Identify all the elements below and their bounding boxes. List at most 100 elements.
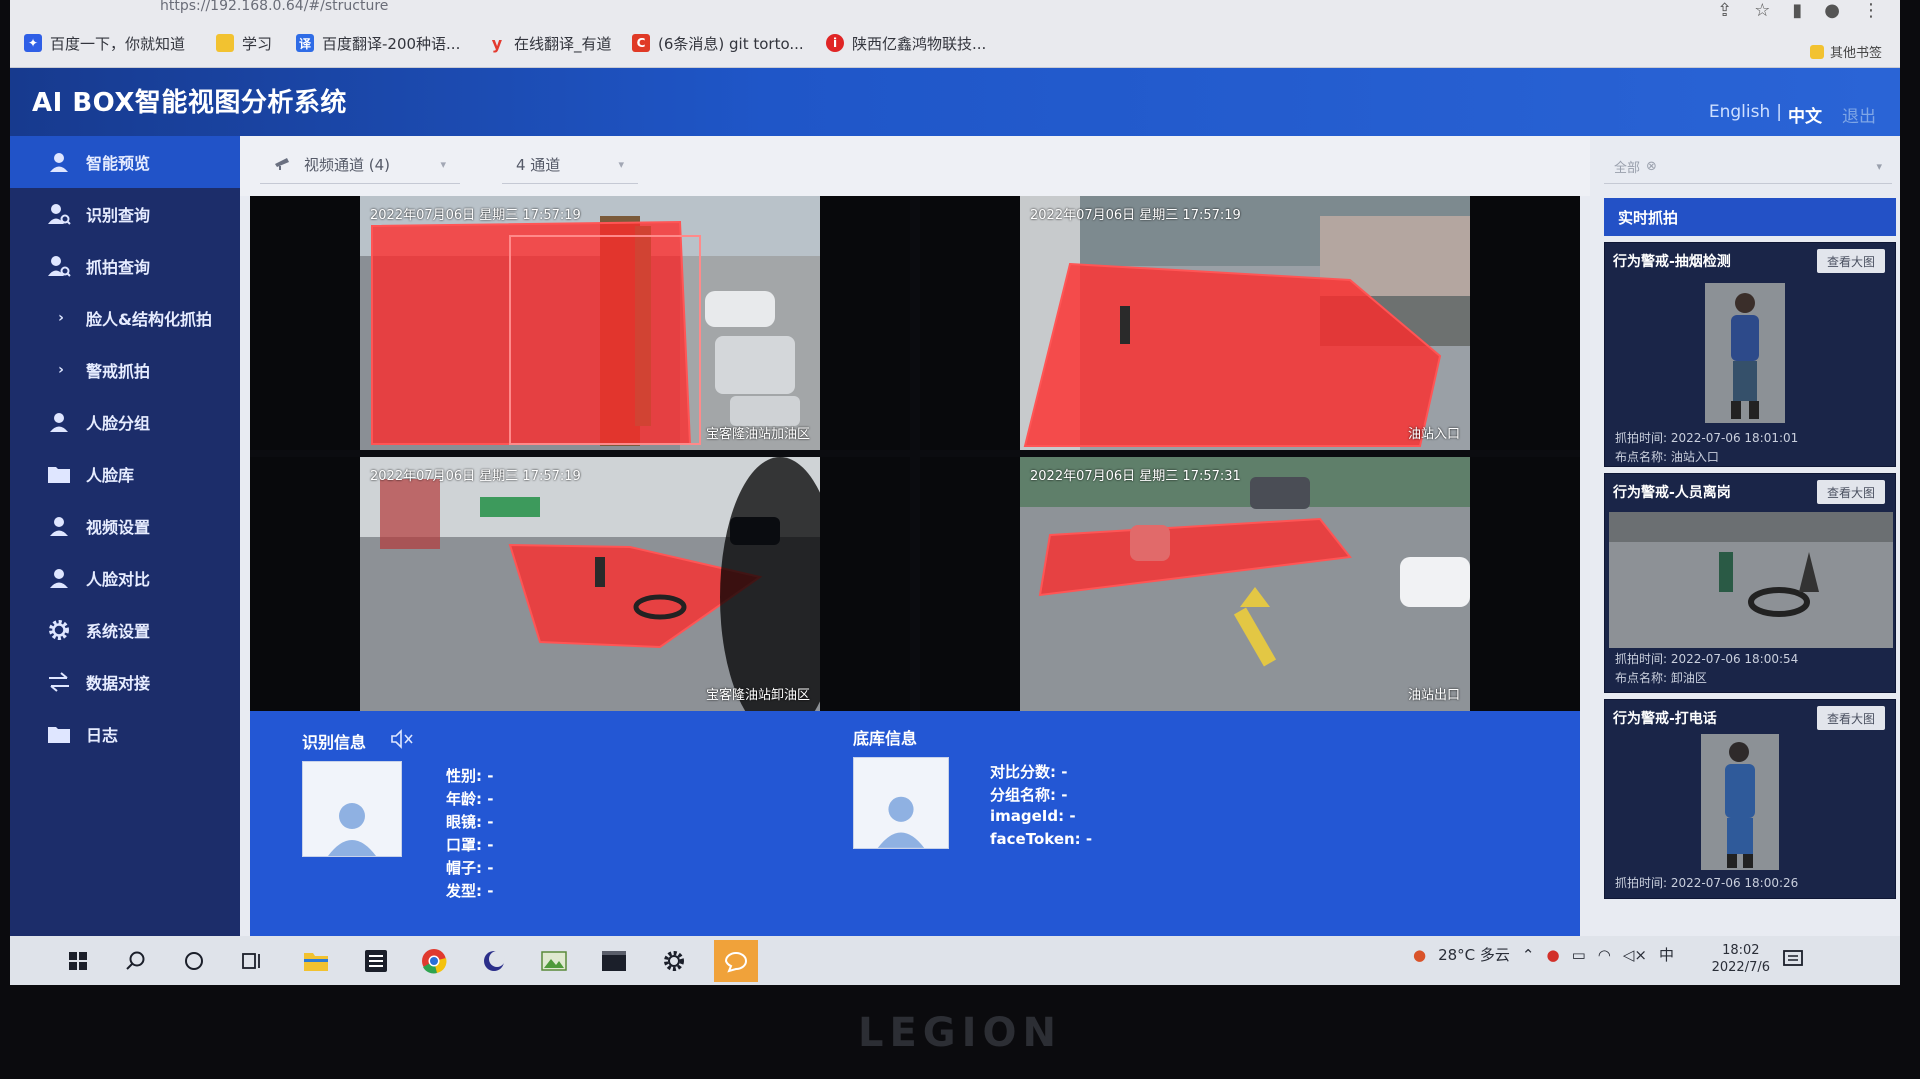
- baidu-icon: ✦: [24, 34, 42, 52]
- person-icon: [46, 565, 72, 591]
- address-bar-url[interactable]: https://192.168.0.64/#/structure: [160, 0, 388, 14]
- mute-icon[interactable]: [390, 729, 414, 753]
- view-large-image-button[interactable]: 查看大图: [1816, 249, 1885, 273]
- chevron-right-icon: ›: [58, 362, 64, 378]
- battery-icon[interactable]: ▭: [1572, 946, 1586, 964]
- eclipse-icon[interactable]: [478, 945, 510, 977]
- capture-filter-select[interactable]: 全部 ⊗ ▾: [1604, 150, 1892, 184]
- editor-icon[interactable]: [360, 945, 392, 977]
- weather-icon: ●: [1412, 945, 1427, 964]
- sidebar-item-preview[interactable]: 智能预览: [10, 136, 240, 188]
- video-grid: 2022年07月06日 星期三 17:57:19 宝客隆油站加油区 2022年0…: [250, 196, 1580, 711]
- sidebar-item-data-interface[interactable]: 数据对接: [10, 656, 240, 708]
- other-bookmarks[interactable]: 其他书签: [1809, 42, 1882, 61]
- chevron-up-icon[interactable]: ⌃: [1522, 946, 1535, 964]
- antivirus-icon[interactable]: ●: [1547, 946, 1560, 964]
- app-title: AI BOX智能视图分析系统: [32, 88, 347, 118]
- feed-location-label: 宝客隆油站卸油区: [705, 688, 810, 703]
- search-icon[interactable]: [120, 945, 152, 977]
- star-icon[interactable]: ☆: [1754, 0, 1770, 26]
- recognition-fields: 性别: - 年龄: - 眼镜: - 口罩: - 帽子: - 发型: -: [446, 765, 494, 900]
- bookmark-study[interactable]: 学习: [216, 28, 272, 58]
- image-viewer-icon[interactable]: [538, 945, 570, 977]
- sidebar-item-face-compare[interactable]: 人脸对比: [10, 552, 240, 604]
- chevron-down-icon: ▾: [440, 158, 446, 171]
- logout-link[interactable]: 退出: [1842, 102, 1876, 127]
- chevron-down-icon: ▾: [1876, 160, 1882, 173]
- view-large-image-button[interactable]: 查看大图: [1816, 706, 1885, 730]
- sidebar-item-face-group[interactable]: 人脸分组: [10, 396, 240, 448]
- capture-time: 抓拍时间: 2022-07-06 18:00:26: [1615, 876, 1799, 890]
- view-large-image-button[interactable]: 查看大图: [1816, 480, 1885, 504]
- sidebar-toggle-icon[interactable]: ▮: [1792, 0, 1802, 26]
- capture-card-meta: 抓拍时间: 2022-07-06 18:00:26: [1615, 874, 1798, 893]
- feed-timestamp: 2022年07月06日 星期三 17:57:31: [1030, 469, 1241, 484]
- capture-thumbnail[interactable]: [1701, 734, 1779, 870]
- field-mask: 口罩: -: [446, 836, 494, 854]
- sidebar-item-recognition-query[interactable]: 识别查询: [10, 188, 240, 240]
- video-cell-2[interactable]: 2022年07月06日 星期三 17:57:19 油站入口: [920, 196, 1580, 450]
- folder-icon: [216, 34, 234, 52]
- sidebar-item-video-settings[interactable]: 视频设置: [10, 500, 240, 552]
- bookmark-youdao[interactable]: y 在线翻译_有道: [488, 28, 612, 58]
- bookmark-company[interactable]: i 陕西亿鑫鸿物联技...: [826, 28, 986, 58]
- language-switch: English | 中文 退出: [1709, 102, 1876, 127]
- file-explorer-icon[interactable]: [300, 945, 332, 977]
- clear-icon[interactable]: ⊗: [1646, 159, 1657, 174]
- person-icon: [46, 513, 72, 539]
- layout-select[interactable]: 4 通道 ▾: [502, 146, 638, 184]
- bookmark-csdn[interactable]: C (6条消息) git torto...: [632, 28, 804, 58]
- lang-english[interactable]: English: [1709, 102, 1770, 127]
- system-clock[interactable]: 18:02 2022/7/6: [1712, 942, 1770, 976]
- sidebar-item-system-settings[interactable]: 系统设置: [10, 604, 240, 656]
- sidebar-item-capture-query[interactable]: 抓拍查询: [10, 240, 240, 292]
- profile-icon[interactable]: ●: [1824, 0, 1840, 26]
- main-content: 视频通道 (4) ▾ 4 通道 ▾ 2022年07月06日 星期三 17:57:…: [240, 136, 1900, 936]
- windows-start-icon[interactable]: [62, 945, 94, 977]
- sidebar-item-structured-capture[interactable]: › 脸人&结构化抓拍: [10, 292, 240, 344]
- capture-place: 布点名称: 卸油区: [1615, 671, 1707, 685]
- ime-indicator[interactable]: 中: [1659, 944, 1674, 965]
- terminal-icon[interactable]: [598, 945, 630, 977]
- channel-select[interactable]: 视频通道 (4) ▾: [260, 146, 460, 184]
- lang-separator: |: [1776, 102, 1782, 122]
- sidebar-item-face-library[interactable]: 人脸库: [10, 448, 240, 500]
- field-compare-score: 对比分数: -: [990, 763, 1068, 781]
- browser-actions: ⇪ ☆ ▮ ● ⋮: [1717, 0, 1880, 26]
- capture-thumbnail[interactable]: [1705, 283, 1785, 423]
- capture-card-2: 行为警戒-人员离岗 查看大图 抓拍时间: 2022-07-06 18:00:54…: [1604, 473, 1896, 693]
- task-view-icon[interactable]: [236, 945, 268, 977]
- capture-panel: 全部 ⊗ ▾ 实时抓拍 行为警戒-抽烟检测 查看大图 抓拍时间: 2022-07…: [1590, 136, 1900, 936]
- person-search-icon: [46, 253, 72, 279]
- clock-time: 18:02: [1722, 943, 1760, 958]
- app-chat-icon[interactable]: [714, 940, 758, 982]
- menu-icon[interactable]: ⋮: [1862, 0, 1880, 26]
- weather-text[interactable]: 28°C 多云: [1438, 944, 1510, 965]
- video-cell-4[interactable]: 2022年07月06日 星期三 17:57:31 油站出口: [920, 457, 1580, 711]
- capture-thumbnail[interactable]: [1609, 512, 1893, 648]
- sidebar-item-log[interactable]: 日志: [10, 708, 240, 760]
- realtime-capture-title: 实时抓拍: [1604, 198, 1896, 236]
- info-panel: 识别信息 性别: - 年龄: - 眼镜: - 口罩: - 帽子: - 发型: -…: [250, 711, 1580, 936]
- video-cell-1[interactable]: 2022年07月06日 星期三 17:57:19 宝客隆油站加油区: [250, 196, 910, 450]
- chrome-icon[interactable]: [418, 945, 450, 977]
- clock-date: 2022/7/6: [1711, 960, 1770, 975]
- wifi-icon[interactable]: ◠: [1598, 946, 1611, 964]
- share-icon[interactable]: ⇪: [1717, 0, 1732, 26]
- bookmark-baidu-translate[interactable]: 译 百度翻译-200种语...: [296, 28, 460, 58]
- volume-mute-icon[interactable]: ◁×: [1623, 946, 1647, 964]
- video-cell-3[interactable]: 2022年07月06日 星期三 17:57:19 宝客隆油站卸油区: [250, 457, 910, 711]
- bookmarks-bar: https://192.168.0.64/#/structure ⇪ ☆ ▮ ●…: [10, 0, 1900, 68]
- chevron-right-icon: ›: [58, 310, 64, 326]
- field-image-id: imageId: -: [990, 807, 1076, 825]
- cortana-icon[interactable]: [178, 945, 210, 977]
- sidebar-item-alert-capture[interactable]: › 警戒抓拍: [10, 344, 240, 396]
- settings-gear-icon[interactable]: [658, 945, 690, 977]
- video-feed-2: 2022年07月06日 星期三 17:57:19 油站入口: [1020, 196, 1470, 450]
- bookmark-baidu[interactable]: ✦ 百度一下，你就知道: [24, 28, 185, 58]
- recognition-info-title: 识别信息: [302, 733, 367, 752]
- screen: https://192.168.0.64/#/structure ⇪ ☆ ▮ ●…: [10, 0, 1900, 985]
- recognition-avatar: [302, 761, 402, 857]
- notification-icon[interactable]: [1782, 948, 1804, 970]
- lang-chinese[interactable]: 中文: [1788, 102, 1822, 127]
